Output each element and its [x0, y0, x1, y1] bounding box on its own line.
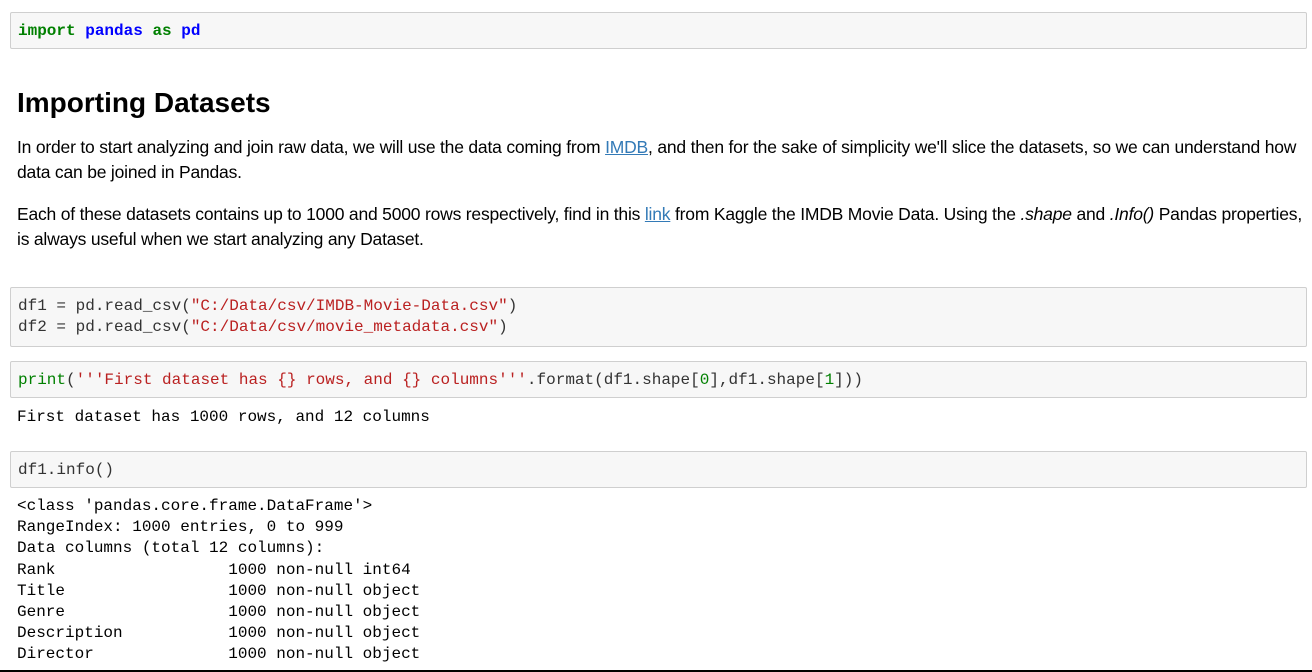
- read-line-1-post: ): [507, 297, 518, 315]
- info-output: <class 'pandas.core.frame.DataFrame'> Ran…: [17, 496, 420, 666]
- section-heading: Importing Datasets: [17, 87, 271, 118]
- info-output-line: Data columns (total 12 columns):: [17, 539, 325, 558]
- print-index-1: 1: [824, 371, 835, 389]
- info-emphasis: .Info(): [1109, 204, 1155, 224]
- para2-text-and: and: [1071, 204, 1110, 224]
- module-name: pandas: [85, 22, 143, 40]
- read-line-2-pre: df2 = pd.read_csv(: [18, 318, 191, 336]
- module-alias: pd: [181, 22, 201, 40]
- para2-text-middle: from Kaggle the IMDB Movie Data. Using t…: [670, 204, 1021, 224]
- print-open-paren: (: [66, 371, 76, 389]
- print-format-string: '''First dataset has {} rows, and {} col…: [75, 371, 527, 389]
- info-output-line: <class 'pandas.core.frame.DataFrame'>: [17, 497, 373, 515]
- info-output-line: Genre 1000 non-null object: [17, 603, 421, 622]
- info-output-line: Rank 1000 non-null int64: [17, 560, 411, 579]
- read-line-2-path: "C:/Data/csv/movie_metadata.csv": [190, 318, 499, 336]
- print-function: print: [18, 371, 67, 389]
- imdb-link[interactable]: IMDB: [605, 137, 648, 157]
- print-close: ])): [834, 371, 863, 389]
- markdown-paragraph-1: In order to start analyzing and join raw…: [17, 135, 1302, 185]
- code-cell-info[interactable]: df1.info(): [10, 451, 1307, 488]
- code-cell-print[interactable]: print('''First dataset has {} rows, and …: [10, 361, 1307, 398]
- read-line-1-path: "C:/Data/csv/IMDB-Movie-Data.csv": [190, 297, 508, 315]
- print-output: First dataset has 1000 rows, and 12 colu…: [17, 408, 430, 426]
- para2-text-before: Each of these datasets contains up to 10…: [17, 204, 645, 224]
- info-output-line: Description 1000 non-null object: [17, 624, 421, 643]
- read-line-1-pre: df1 = pd.read_csv(: [18, 297, 191, 315]
- code-import: import pandas as pd: [11, 13, 1306, 42]
- print-format-call: .format(df1.shape[: [526, 371, 700, 389]
- kaggle-link[interactable]: link: [645, 204, 671, 224]
- keyword-as: as: [152, 22, 172, 40]
- code-cell-import[interactable]: import pandas as pd: [10, 12, 1307, 49]
- para1-text-before: In order to start analyzing and join raw…: [17, 137, 606, 157]
- markdown-paragraph-2: Each of these datasets contains up to 10…: [17, 202, 1302, 252]
- code-read-csv: df1 = pd.read_csv("C:/Data/csv/IMDB-Movi…: [11, 288, 1306, 338]
- code-cell-read-csv[interactable]: df1 = pd.read_csv("C:/Data/csv/IMDB-Movi…: [10, 287, 1307, 347]
- info-output-line: RangeIndex: 1000 entries, 0 to 999: [17, 518, 344, 537]
- code-info: df1.info(): [18, 461, 115, 479]
- print-index-0: 0: [699, 371, 710, 389]
- read-line-2-post: ): [498, 318, 508, 336]
- code-print: print('''First dataset has {} rows, and …: [11, 362, 1306, 391]
- shape-emphasis: .shape: [1020, 204, 1072, 224]
- info-output-line: Title 1000 non-null object: [17, 581, 421, 600]
- print-format-call-2: ],df1.shape[: [709, 371, 825, 389]
- info-output-line: Director 1000 non-null object: [17, 645, 421, 664]
- keyword-import: import: [18, 22, 76, 40]
